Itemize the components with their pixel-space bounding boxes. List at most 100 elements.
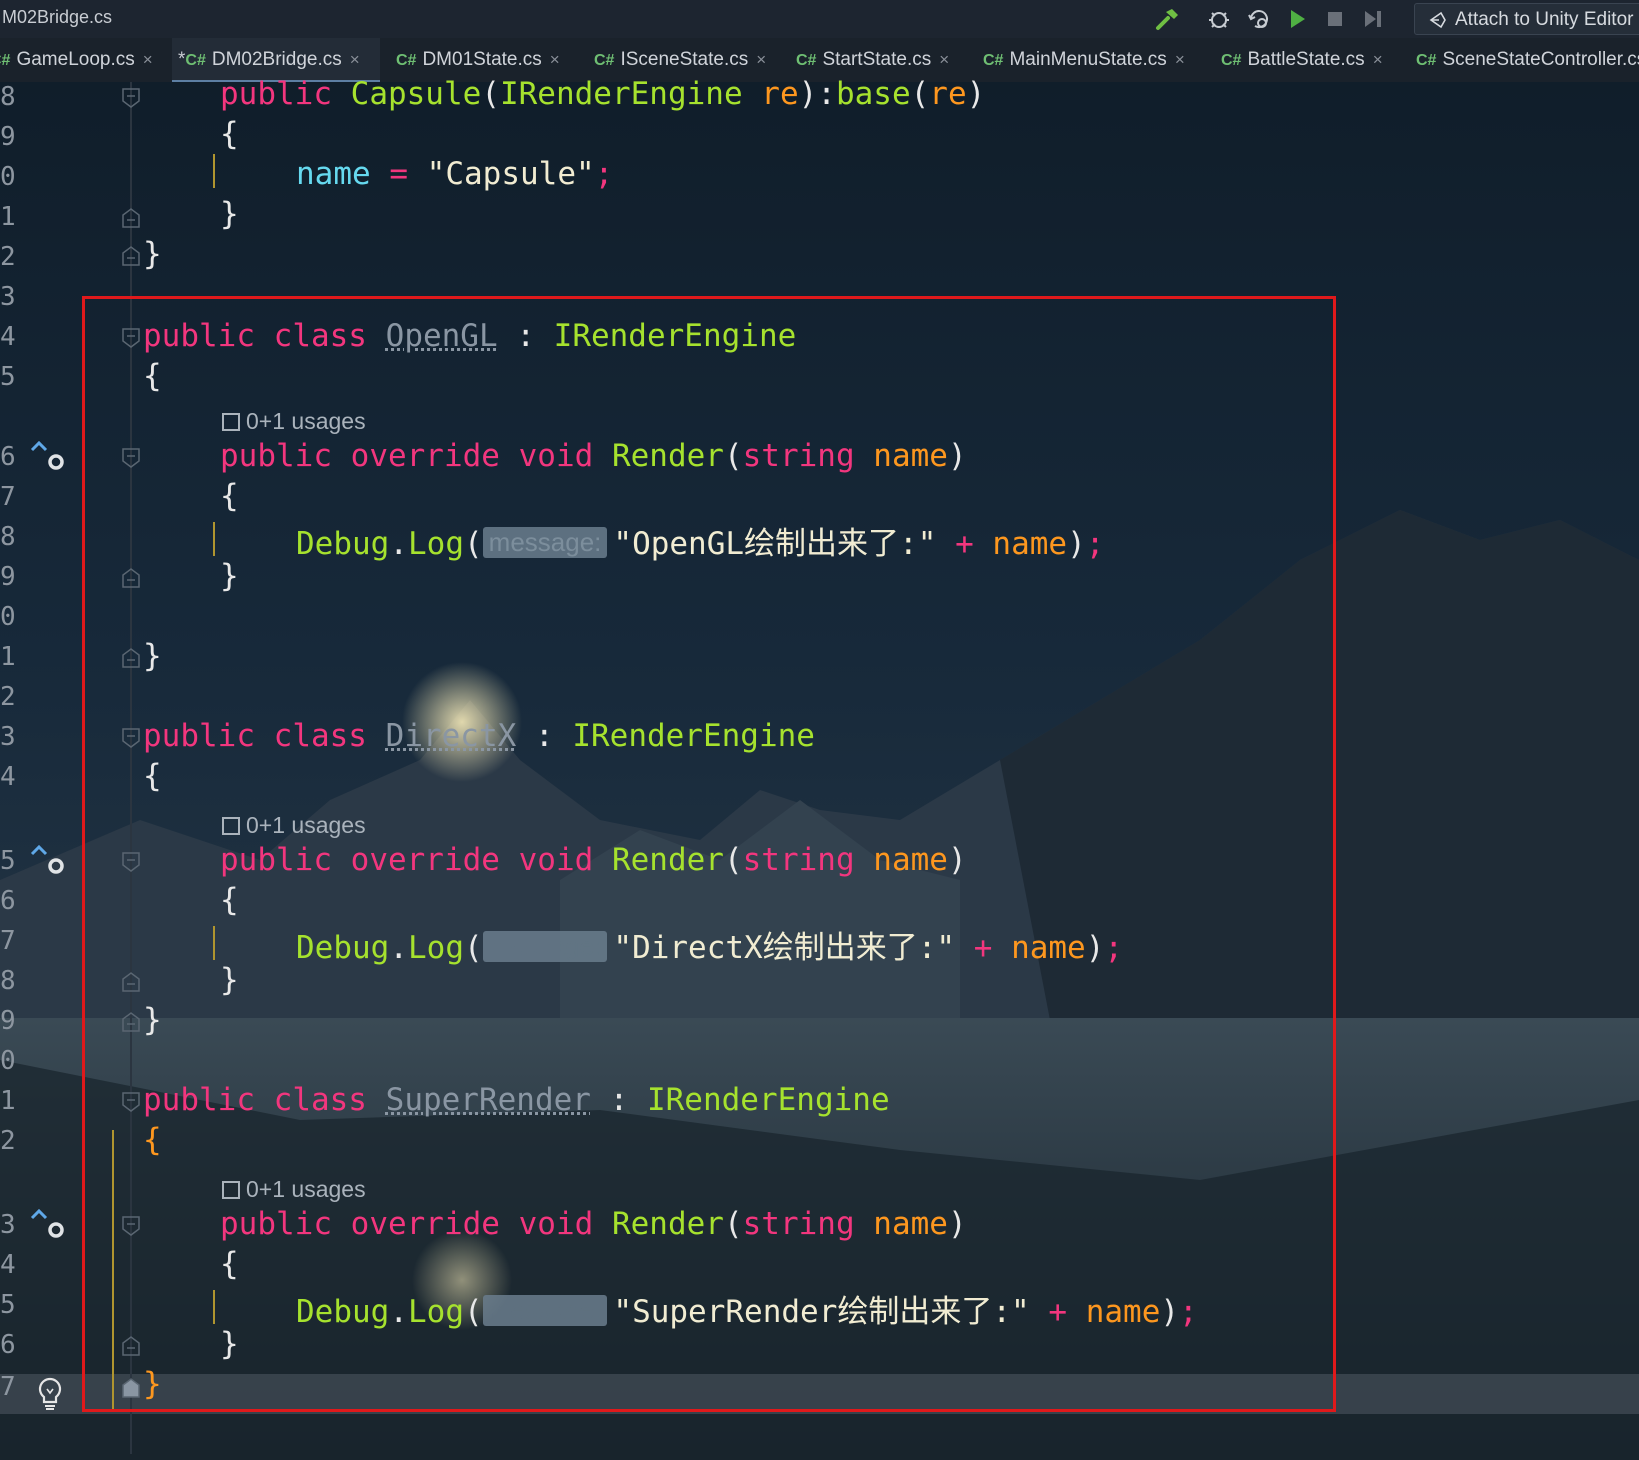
usages-codelens[interactable]: 0+1 usages	[222, 812, 366, 839]
tab-mainmenustate[interactable]: C# MainMenuState.cs ×	[983, 38, 1203, 82]
current-line-highlight	[0, 1374, 1639, 1414]
fold-marker-icon[interactable]	[122, 852, 140, 872]
code-line-capsule-ctor: public Capsule(IRenderEngine re):base(re…	[220, 76, 986, 112]
code-editor[interactable]: 8 9 0 1 2 3 4 5 6 7 8 9 0 1 2 3 4 5 6 7 …	[0, 76, 1639, 1454]
line-number: 3	[0, 282, 16, 312]
fold-marker-icon[interactable]	[122, 328, 140, 348]
csharp-icon: C#	[1221, 52, 1242, 69]
line-number: 5	[0, 846, 16, 876]
fold-end-icon[interactable]	[122, 1336, 140, 1356]
line-number: 2	[0, 1126, 16, 1156]
fold-end-icon[interactable]	[122, 648, 140, 668]
navigate-icon	[222, 817, 240, 835]
line-number: 0	[0, 162, 16, 192]
parameter-hint: message:	[482, 931, 608, 962]
attach-to-unity-button[interactable]: Attach to Unity Editor	[1414, 3, 1639, 35]
line-number: 8	[0, 82, 16, 112]
line-number: 1	[0, 642, 16, 672]
line-number: 3	[0, 1210, 16, 1240]
csharp-icon: C#	[1416, 52, 1437, 69]
close-icon[interactable]: ×	[143, 50, 153, 69]
fold-end-icon[interactable]	[122, 208, 140, 228]
line-number: 6	[0, 1330, 16, 1360]
tab-label: DM01State.cs	[422, 49, 542, 70]
code-class-declaration: public class DirectX : IRenderEngine	[143, 718, 815, 754]
code-debug-log: Debug.Log(message: "OpenGL绘制出来了:" + name)…	[296, 526, 1105, 562]
usages-codelens[interactable]: 0+1 usages	[222, 1176, 366, 1203]
code-method-declaration: public override void Render(string name)	[220, 1206, 967, 1242]
lightbulb-icon[interactable]	[36, 1376, 64, 1412]
line-number: 5	[0, 1290, 16, 1320]
fold-end-icon[interactable]	[122, 246, 140, 266]
close-icon[interactable]: ×	[550, 50, 560, 69]
close-icon[interactable]: ×	[350, 50, 360, 69]
code-brace: }	[220, 1326, 239, 1362]
navigate-icon	[222, 413, 240, 431]
gutter-guide	[130, 82, 132, 1454]
code-brace: {	[220, 478, 239, 514]
code-brace: {	[220, 882, 239, 918]
line-number: 2	[0, 682, 16, 712]
code-brace: }	[143, 1002, 162, 1038]
code-brace: {	[143, 1122, 162, 1158]
bug-icon[interactable]	[1206, 6, 1232, 32]
tab-label: BattleState.cs	[1247, 49, 1365, 70]
code-brace: }	[220, 558, 239, 594]
line-number: 2	[0, 242, 16, 272]
close-icon[interactable]: ×	[939, 50, 949, 69]
tab-battlestate[interactable]: C# BattleState.cs ×	[1221, 38, 1411, 82]
scope-indicator	[213, 1290, 215, 1324]
override-up-icon[interactable]	[30, 438, 70, 478]
scope-indicator	[213, 522, 215, 556]
navigate-icon	[222, 1181, 240, 1199]
line-number: 8	[0, 966, 16, 996]
line-number: 6	[0, 886, 16, 916]
fold-end-icon[interactable]	[122, 1012, 140, 1032]
line-number: 9	[0, 562, 16, 592]
line-number: 7	[0, 926, 16, 956]
usages-codelens[interactable]: 0+1 usages	[222, 408, 366, 435]
tab-label: GameLoop.cs	[16, 49, 135, 70]
scope-indicator	[112, 1130, 114, 1410]
override-up-icon[interactable]	[30, 1206, 70, 1246]
code-brace: }	[143, 1366, 162, 1402]
close-icon[interactable]: ×	[756, 50, 766, 69]
csharp-icon: C#	[0, 52, 11, 69]
code-brace: {	[220, 1246, 239, 1282]
fold-marker-icon[interactable]	[122, 88, 140, 108]
hammer-icon[interactable]	[1154, 6, 1180, 32]
fold-marker-icon[interactable]	[122, 1216, 140, 1236]
line-number: 0	[0, 1046, 16, 1076]
fold-marker-icon[interactable]	[122, 448, 140, 468]
close-icon[interactable]: ×	[1175, 50, 1185, 69]
line-number: 9	[0, 122, 16, 152]
code-brace: }	[220, 962, 239, 998]
code-brace: }	[143, 236, 162, 272]
line-number: 8	[0, 522, 16, 552]
fold-end-icon[interactable]	[122, 972, 140, 992]
fold-marker-icon[interactable]	[122, 1092, 140, 1112]
tab-scenestatecontroller[interactable]: C# SceneStateController.cs	[1416, 38, 1639, 82]
line-number: 3	[0, 722, 16, 752]
tab-gameloop[interactable]: C# GameLoop.cs ×	[0, 38, 160, 82]
line-number: 4	[0, 1250, 16, 1280]
close-icon[interactable]: ×	[1373, 50, 1383, 69]
fold-marker-icon[interactable]	[122, 728, 140, 748]
fold-end-icon[interactable]	[122, 1378, 140, 1398]
fold-end-icon[interactable]	[122, 568, 140, 588]
csharp-icon: C#	[983, 52, 1004, 69]
scope-indicator	[213, 926, 215, 960]
refresh-bug-icon[interactable]	[1246, 6, 1272, 32]
override-up-icon[interactable]	[30, 842, 70, 882]
code-method-declaration: public override void Render(string name)	[220, 842, 967, 878]
play-icon[interactable]	[1284, 6, 1310, 32]
line-number: 0	[0, 602, 16, 632]
csharp-icon: C#	[396, 52, 417, 69]
line-number: 4	[0, 762, 16, 792]
csharp-icon: C#	[594, 52, 615, 69]
stop-icon[interactable]	[1322, 6, 1348, 32]
step-icon[interactable]	[1360, 6, 1386, 32]
line-number: 1	[0, 202, 16, 232]
line-number: 4	[0, 322, 16, 352]
code-brace: }	[220, 196, 239, 232]
